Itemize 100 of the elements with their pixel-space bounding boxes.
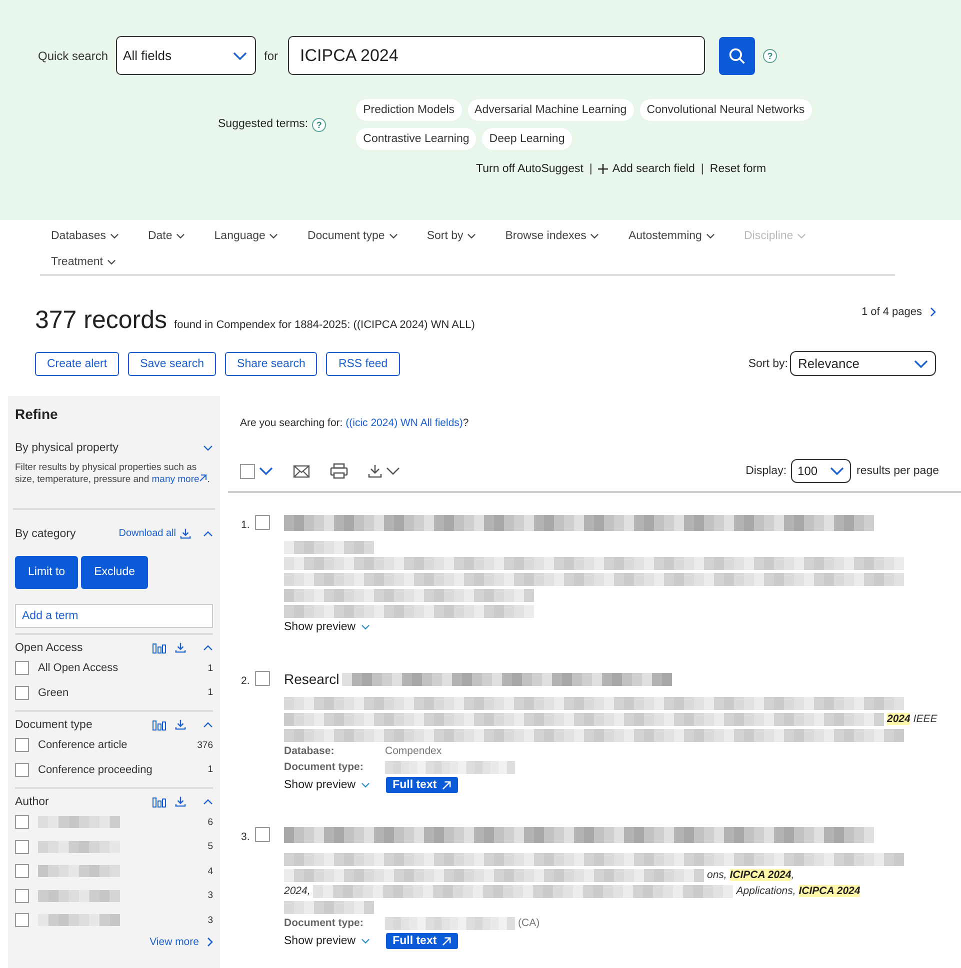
checkbox[interactable] (255, 671, 270, 686)
filter-menu[interactable]: Language (214, 230, 278, 242)
form-link[interactable]: Add search field (598, 163, 695, 175)
envelope-icon[interactable] (293, 464, 310, 478)
help-icon[interactable]: ? (312, 118, 326, 132)
filter-button[interactable]: Exclude (81, 556, 148, 589)
checkbox[interactable] (15, 840, 29, 854)
form-link[interactable]: Reset form (710, 163, 766, 175)
checkbox[interactable] (15, 738, 29, 752)
filter-button[interactable]: Limit to (15, 556, 78, 589)
result-title[interactable]: Researcl (284, 671, 340, 687)
chevron-up-icon[interactable] (203, 644, 213, 651)
result-number: 3. (241, 831, 251, 843)
suggested-term-chip[interactable]: Convolutional Neural Networks (640, 99, 812, 121)
facet-count: 6 (208, 816, 213, 828)
page-indicator[interactable]: 1 of 4 pages (861, 306, 936, 318)
bar-chart-icon[interactable] (152, 718, 166, 731)
chevron-up-icon[interactable] (203, 798, 213, 805)
view-more-link[interactable]: View more (15, 936, 213, 948)
filter-menu[interactable]: Autostemming (628, 230, 715, 242)
meta-value: Compendex (385, 745, 442, 757)
download-icon[interactable] (175, 719, 186, 730)
filter-menu[interactable]: Treatment (51, 256, 116, 268)
external-link-icon (442, 936, 451, 946)
facet-option: All Open Access (38, 662, 199, 674)
link-separator: | (700, 163, 704, 175)
facet-option: Green (38, 686, 199, 698)
search-field[interactable]: ICIPCA 2024 (288, 36, 706, 75)
result-number: 2. (241, 675, 251, 687)
found-text: found in Compendex for 1884-2025: ((ICIPCA 2024) WN ALL) (174, 319, 475, 331)
suggested-term-chip[interactable]: Deep Learning (482, 128, 572, 150)
display-select[interactable]: 100 (790, 459, 851, 483)
filter-menu[interactable]: Databases (51, 230, 119, 242)
display-label: Display: (746, 465, 787, 477)
chevron-down-icon (914, 360, 928, 368)
download-icon[interactable] (368, 464, 400, 478)
facet-count: 376 (197, 740, 213, 750)
checkbox[interactable] (15, 815, 29, 829)
suggested-term-chip[interactable]: Contrastive Learning (356, 128, 476, 150)
add-term-field[interactable]: Add a term (15, 604, 213, 628)
download-all-link[interactable]: Download all (118, 528, 176, 540)
checkbox[interactable] (15, 888, 29, 902)
printer-icon[interactable] (330, 463, 348, 479)
plus-icon (598, 164, 608, 174)
bar-chart-icon[interactable] (152, 642, 166, 654)
chevron-down-icon (360, 624, 370, 630)
field-select[interactable]: All fields (116, 36, 256, 75)
facet-count: 1 (208, 687, 213, 698)
action-button[interactable]: RSS feed (326, 352, 400, 376)
section-title: By category (15, 528, 77, 540)
show-preview-link[interactable]: Show preview (284, 935, 370, 947)
full-text-button[interactable]: Full text (386, 777, 458, 793)
action-button[interactable]: Save search (128, 352, 216, 376)
sort-select[interactable]: Relevance (790, 351, 936, 376)
chevron-up-icon[interactable] (203, 530, 213, 537)
external-link-icon (442, 780, 451, 790)
checkbox[interactable] (15, 661, 29, 675)
chevron-down-icon (176, 233, 186, 239)
filter-menu[interactable]: Date (148, 230, 186, 242)
filter-menu[interactable]: Browse indexes (505, 230, 600, 242)
chevron-down-icon (110, 233, 119, 239)
show-preview-link[interactable]: Show preview (284, 621, 370, 633)
facet-count: 5 (208, 841, 213, 852)
full-text-button[interactable]: Full text (386, 933, 458, 949)
checkbox[interactable] (255, 515, 270, 530)
checkbox[interactable] (15, 913, 29, 927)
filter-menu[interactable]: Document type (307, 230, 398, 242)
suggested-term-chip[interactable]: Adversarial Machine Learning (468, 99, 634, 121)
filter-menu[interactable]: Sort by (426, 230, 476, 242)
source-text: 2024 IEEE (887, 713, 938, 725)
suggested-term-chip[interactable]: Prediction Models (356, 99, 462, 121)
chevron-down-icon (360, 782, 370, 788)
chevron-up-icon[interactable] (203, 722, 213, 728)
checkbox[interactable] (255, 827, 270, 842)
download-icon[interactable] (175, 796, 186, 808)
search-button[interactable] (719, 36, 756, 74)
bar-chart-icon[interactable] (152, 796, 166, 808)
suggestion-text: Are you searching for: ((icic 2024) WN All fields)? (240, 417, 470, 429)
action-button[interactable]: Share search (225, 352, 318, 376)
help-icon[interactable]: ? (763, 48, 778, 62)
source-text: 2024, (284, 885, 310, 897)
checkbox[interactable] (15, 762, 29, 776)
show-preview-link[interactable]: Show preview (284, 779, 370, 791)
chevron-down-icon[interactable] (203, 445, 213, 451)
quick-search-label: Quick search (38, 48, 108, 62)
select-all-checkbox[interactable] (240, 464, 255, 478)
download-icon[interactable] (180, 528, 191, 540)
action-button[interactable]: Create alert (35, 352, 120, 376)
description-text: Filter results by physical properties such as size, temperature, pressure and many more . (15, 462, 211, 486)
chevron-right-icon (930, 307, 936, 317)
chevron-down-icon[interactable] (259, 467, 273, 475)
suggestion-link[interactable]: ((icic 2024) WN All fields) (346, 417, 463, 429)
chevron-down-icon (360, 938, 370, 944)
download-icon[interactable] (175, 642, 186, 654)
checkbox[interactable] (15, 686, 29, 700)
many-more-link[interactable]: many more (152, 474, 200, 485)
punctuation-text: . (207, 474, 210, 485)
checkbox[interactable] (15, 864, 29, 878)
form-link[interactable]: Turn off AutoSuggest (476, 163, 584, 175)
chevron-down-icon (590, 233, 600, 239)
